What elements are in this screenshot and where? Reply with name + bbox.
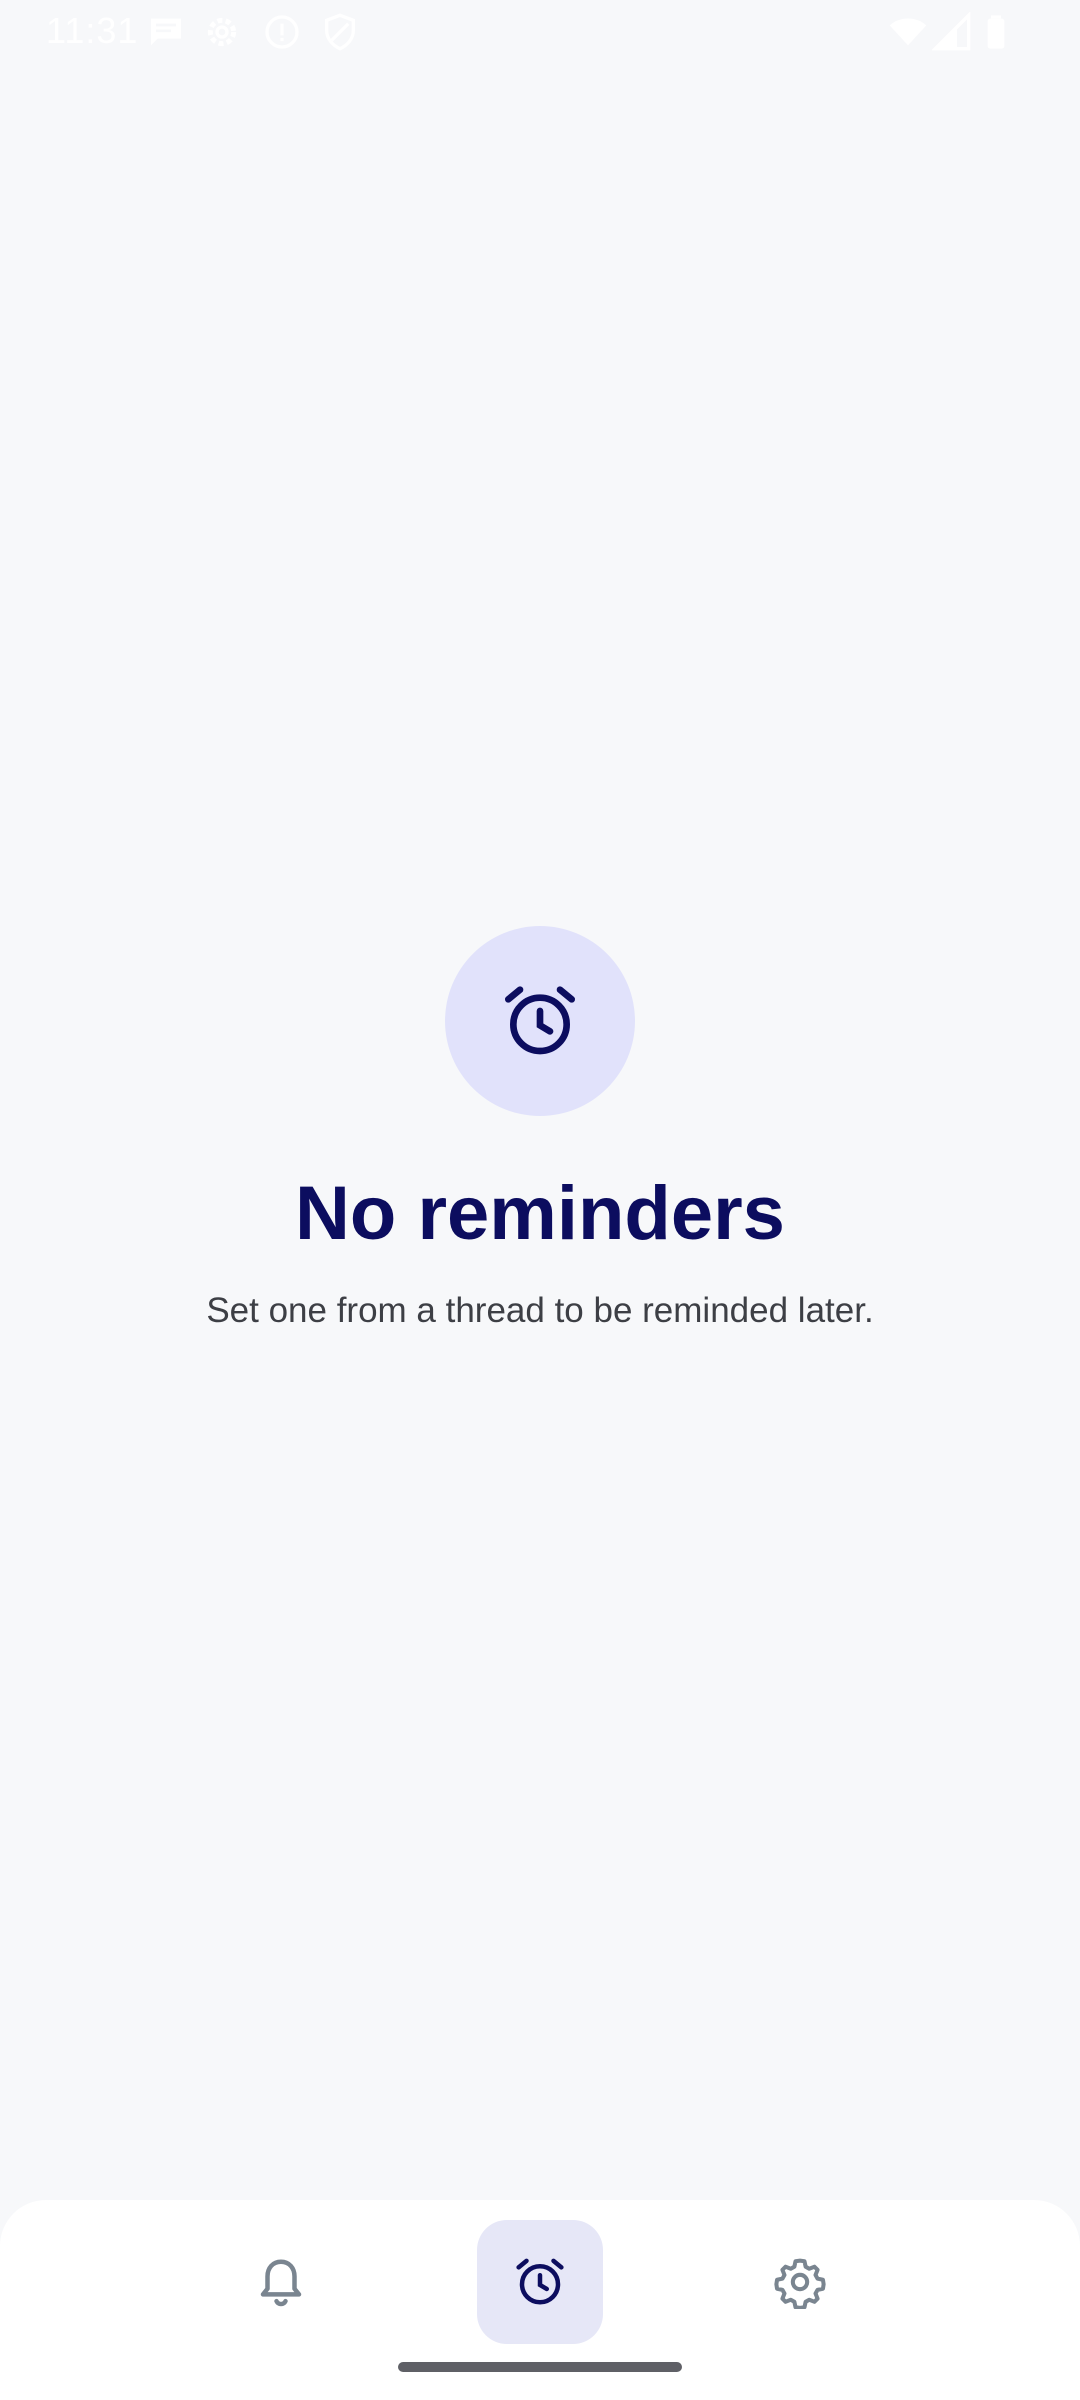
home-indicator[interactable]: [398, 2362, 682, 2372]
bell-icon: [260, 2259, 302, 2307]
alert-circle-icon: [262, 12, 302, 52]
nav-reminders[interactable]: [477, 2220, 603, 2344]
empty-state: No reminders Set one from a thread to be…: [0, 926, 1080, 1332]
empty-state-badge: [445, 926, 635, 1116]
alarm-clock-icon: [516, 2258, 564, 2305]
empty-state-subtitle: Set one from a thread to be reminded lat…: [206, 1291, 874, 1330]
battery-icon: [976, 12, 1016, 52]
alarm-clock-icon: [505, 986, 575, 1055]
wifi-icon: [888, 12, 928, 52]
settings-gear-icon: [202, 12, 242, 52]
nav-notifications[interactable]: [218, 2220, 344, 2344]
status-time: 11:31: [46, 10, 139, 51]
message-icon: [146, 12, 186, 52]
signal-icon: [931, 11, 972, 52]
nav-settings[interactable]: [737, 2220, 863, 2344]
gear-icon: [774, 2258, 826, 2309]
shield-icon: [320, 12, 360, 52]
empty-state-title: No reminders: [295, 1171, 785, 1256]
status-bar: 11:31: [0, 0, 1080, 64]
